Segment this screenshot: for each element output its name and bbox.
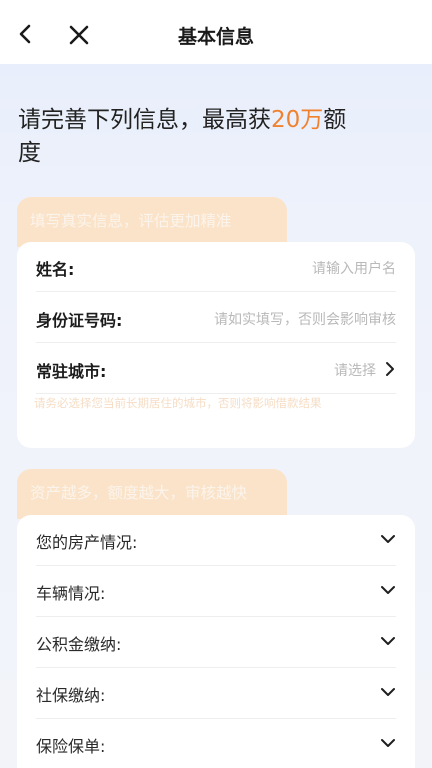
chevron-down-icon[interactable] bbox=[380, 584, 396, 596]
headline-amount: 20万 bbox=[271, 107, 324, 133]
name-label: 姓名: bbox=[36, 260, 75, 279]
social-security-dropdown[interactable]: 社保缴纳: bbox=[36, 668, 396, 719]
chevron-right-icon[interactable] bbox=[384, 361, 396, 377]
headline: 请完善下列信息，最高获20万额度 bbox=[18, 104, 358, 170]
id-number-label: 身份证号码: bbox=[36, 311, 123, 330]
id-number-input[interactable]: 请如实填写，否则会影响审核 bbox=[214, 309, 396, 329]
page-title: 基本信息 bbox=[177, 26, 254, 48]
housing-fund-dropdown[interactable]: 公积金缴纳: bbox=[36, 617, 396, 668]
chevron-down-icon[interactable] bbox=[380, 737, 396, 749]
nav-bar: 基本信息 bbox=[0, 0, 432, 64]
section-tag-assets: 资产越多，额度越大，审核越快 bbox=[17, 469, 287, 519]
section-tag-info: 填写真实信息，评估更加精准 bbox=[17, 197, 287, 247]
city-label: 常驻城市: bbox=[36, 362, 107, 381]
basic-info-card: 姓名: 请输入用户名 身份证号码: 请如实填写，否则会影响审核 常驻城市: 请选… bbox=[17, 242, 415, 448]
property-dropdown[interactable]: 您的房产情况: bbox=[36, 515, 396, 566]
chevron-down-icon[interactable] bbox=[380, 635, 396, 647]
housing-fund-label: 公积金缴纳: bbox=[36, 635, 122, 654]
vehicle-label: 车辆情况: bbox=[36, 584, 106, 603]
name-input[interactable]: 请输入用户名 bbox=[312, 258, 396, 278]
insurance-label: 保险保单: bbox=[36, 737, 106, 756]
property-label: 您的房产情况: bbox=[36, 533, 138, 552]
social-security-label: 社保缴纳: bbox=[36, 686, 106, 705]
chevron-down-icon[interactable] bbox=[380, 686, 396, 698]
id-number-field[interactable]: 身份证号码: 请如实填写，否则会影响审核 bbox=[36, 293, 396, 343]
insurance-dropdown[interactable]: 保险保单: bbox=[36, 719, 396, 768]
headline-prefix: 请完善下列信息，最高获 bbox=[18, 107, 271, 133]
chevron-down-icon[interactable] bbox=[380, 533, 396, 545]
city-select[interactable]: 请选择 bbox=[334, 360, 376, 380]
assets-card: 您的房产情况: 车辆情况: 公积金缴纳: 社保缴纳: 保险保单: bbox=[17, 515, 415, 768]
city-note: 请务必选择您当前长期居住的城市，否则将影响借款结果 bbox=[34, 396, 322, 410]
city-field[interactable]: 常驻城市: 请选择 bbox=[36, 344, 396, 394]
name-field[interactable]: 姓名: 请输入用户名 bbox=[36, 242, 396, 292]
vehicle-dropdown[interactable]: 车辆情况: bbox=[36, 566, 396, 617]
